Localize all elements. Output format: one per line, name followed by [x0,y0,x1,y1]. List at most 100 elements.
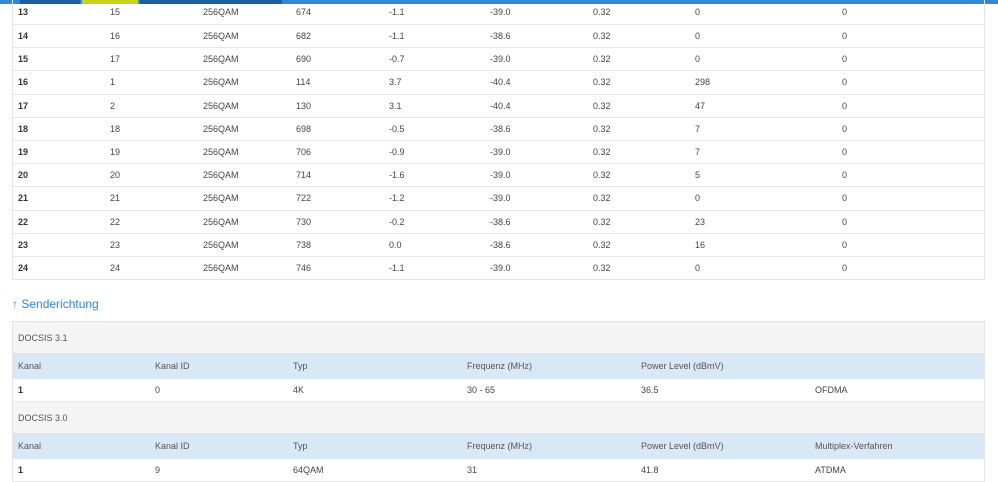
table-row: 15 17 256QAM 690 -0.7 -39.0 0.32 0 0 [13,47,984,70]
table-cell: 730 [296,216,312,227]
table-cell: 20 [18,170,29,181]
table-cell: 0 [842,216,848,227]
table-cell: 17 [110,54,121,65]
table-row: 17 2 256QAM 130 3.1 -40.4 0.32 47 0 [13,93,984,117]
table-cell: 1 [110,77,116,88]
table-cell: 746 [296,262,312,273]
table-cell: 0 [842,239,848,250]
table-cell: 47 [695,100,706,111]
table-cell: 698 [296,123,312,134]
table-header-row: Kanal Kanal ID Typ Frequenz (MHz) Power Leve… [13,434,984,459]
table-cell: -39.0 [490,262,511,273]
table-cell: 7 [695,146,701,157]
table-cell: 0 [695,262,701,273]
table-row: 19 19 256QAM 706 -0.9 -39.0 0.32 7 0 [13,139,984,163]
table-cell: -0.9 [389,146,405,157]
table-cell: -39.0 [490,170,511,181]
table-cell: 3.1 [389,100,402,111]
table-cell: 738 [296,239,312,250]
table-cell: 19 [18,146,29,157]
table-cell: 298 [695,77,711,88]
table-row: 16 1 256QAM 114 3.7 -40.4 0.32 298 0 [13,70,984,93]
table-cell: 0 [695,193,701,204]
table-cell: 0 [842,100,848,111]
table-cell: 130 [296,100,312,111]
table-cell: 24 [110,262,121,273]
table-cell: 4K [293,385,305,395]
column-header: Frequenz (MHz) [467,441,533,451]
table-cell: -1.1 [389,31,405,41]
table-cell: 19 [110,146,121,157]
table-cell: 18 [18,123,29,134]
group-label-text: DOCSIS 3.1 [18,333,68,343]
table-cell: -39.0 [490,7,511,17]
table-cell: -0.5 [389,123,405,134]
table-cell: 674 [296,7,312,17]
table-cell: 256QAM [203,170,239,181]
table-cell: 0.0 [389,239,402,250]
table-cell: 0.32 [593,7,611,17]
table-row: 21 21 256QAM 722 -1.2 -39.0 0.32 0 0 [13,186,984,209]
table-cell: -40.4 [490,77,511,88]
table-cell: 682 [296,31,312,41]
group-label-text: DOCSIS 3.0 [18,413,68,423]
table-cell: 256QAM [203,77,239,88]
table-cell: 3.7 [389,77,402,88]
column-header: Typ [293,361,308,371]
table-cell: -38.6 [490,239,511,250]
column-header: Multiplex-Verfahren [815,441,893,451]
table-cell: -1.6 [389,170,405,181]
table-row: 13 15 256QAM 674 -1.1 -39.0 0.32 0 0 [13,0,984,24]
table-cell: 41.8 [641,465,659,475]
table-cell: 24 [18,262,29,273]
table-row: 22 22 256QAM 730 -0.2 -38.6 0.32 23 0 [13,209,984,233]
table-cell: 0 [842,123,848,134]
table-cell: 256QAM [203,216,239,227]
arrow-up-icon: ↑ [12,297,18,311]
table-cell: -39.0 [490,193,511,204]
docsis-group-label: DOCSIS 3.1 [13,322,984,354]
table-cell: OFDMA [815,385,848,395]
table-cell: 16 [110,31,121,41]
table-cell: -1.2 [389,193,405,204]
table-cell: -1.1 [389,7,405,17]
table-cell: 0.32 [593,54,611,65]
table-cell: 0 [842,7,848,17]
table-cell: 17 [18,100,29,111]
table-cell: 22 [18,216,29,227]
table-row: 23 23 256QAM 738 0.0 -38.6 0.32 16 0 [13,232,984,256]
table-cell: -0.2 [389,216,405,227]
table-cell: 16 [18,77,29,88]
table-cell: 256QAM [203,146,239,157]
table-cell: 0.32 [593,100,611,111]
table-cell: -39.0 [490,54,511,65]
table-cell: 18 [110,123,121,134]
table-cell: -39.0 [490,146,511,157]
table-cell: 714 [296,170,312,181]
table-cell: 0 [155,385,161,395]
table-cell: 0 [842,170,848,181]
column-header: Typ [293,441,308,451]
table-cell: 706 [296,146,312,157]
table-cell: -40.4 [490,100,511,111]
table-cell: 15 [110,7,121,17]
table-cell: 21 [110,193,121,204]
table-cell: 20 [110,170,121,181]
table-cell: 0.32 [593,77,611,88]
table-cell: 0.32 [593,31,611,41]
column-header: Power Level (dBmV) [641,441,724,451]
table-cell: 30 - 65 [467,385,496,395]
table-row: 1 9 64QAM 31 41.8 ATDMA [13,459,984,482]
table-cell: 690 [296,54,312,65]
column-header: Kanal ID [155,441,190,451]
table-cell: 256QAM [203,239,239,250]
table-cell: 7 [695,123,701,134]
table-cell: 23 [110,239,121,250]
table-cell: 15 [18,54,29,65]
table-cell: 0 [842,54,848,65]
table-header-row: Kanal Kanal ID Typ Frequenz (MHz) Power Leve… [13,354,984,379]
table-cell: 16 [695,239,706,250]
table-cell: 0.32 [593,123,611,134]
table-cell: 0 [842,77,848,88]
table-cell: 31 [467,465,478,475]
